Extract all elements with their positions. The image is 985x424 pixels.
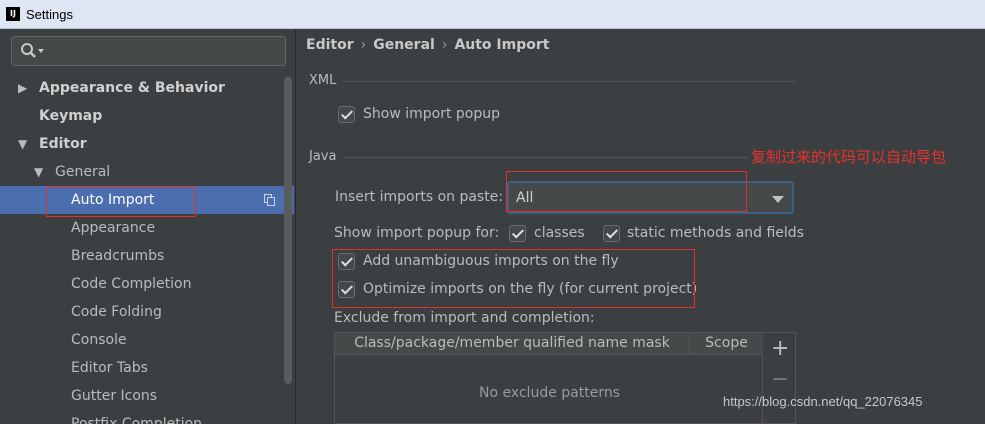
add-pattern-button[interactable]: + (771, 336, 789, 361)
remove-pattern-button[interactable]: − (771, 367, 789, 392)
settings-content: Editor › General › Auto Import XML Show impo… (297, 29, 985, 424)
sidebar-item-appearance-behavior[interactable]: ▶ Appearance & Behavior (0, 74, 294, 102)
show-import-popup-xml-checkbox[interactable] (338, 106, 355, 123)
exclude-table[interactable]: Class/package/member qualified name mask… (334, 332, 763, 424)
red-highlight-box (332, 249, 695, 308)
classes-label[interactable]: classes (534, 225, 585, 241)
sidebar-item-general[interactable]: ▼ General (0, 158, 294, 186)
exclude-label: Exclude from import and completion: (334, 310, 595, 326)
window-title: Settings (26, 7, 73, 22)
sidebar-item-appearance[interactable]: Appearance (0, 214, 294, 242)
sidebar-item-label: Appearance (71, 220, 156, 236)
sidebar-item-label: Gutter Icons (71, 388, 158, 404)
show-import-popup-xml-label[interactable]: Show import popup (363, 106, 500, 122)
sidebar-item-code-completion[interactable]: Code Completion (0, 270, 294, 298)
sidebar-item-editor-tabs[interactable]: Editor Tabs (0, 354, 294, 382)
show-popup-for-label: Show import popup for: (334, 225, 500, 241)
sidebar-item-label: Editor (39, 136, 87, 152)
sidebar-item-label: General (55, 164, 111, 180)
sidebar-scrollbar[interactable] (284, 77, 292, 384)
sidebar-item-postfix-completion[interactable]: Postfix Completion (0, 410, 294, 424)
sidebar-item-gutter-icons[interactable]: Gutter Icons (0, 382, 294, 410)
window-titlebar: IJ Settings (0, 0, 985, 29)
sidebar-item-label: Keymap (39, 108, 103, 124)
sidebar-item-label: Editor Tabs (71, 360, 148, 376)
red-highlight-box (46, 187, 196, 217)
sidebar-item-label: Breadcrumbs (71, 248, 165, 264)
section-divider (343, 81, 795, 82)
empty-table-text: No exclude patterns (478, 385, 621, 401)
collapse-icon[interactable]: ▼ (18, 130, 32, 158)
settings-sidebar: ▶ Appearance & Behavior Keymap ▼ Editor … (0, 29, 296, 424)
breadcrumb: Editor › General › Auto Import (306, 37, 549, 53)
table-toolbar: + − (763, 332, 796, 424)
intellij-icon: IJ (6, 7, 20, 21)
sidebar-item-breadcrumbs[interactable]: Breadcrumbs (0, 242, 294, 270)
sidebar-item-keymap[interactable]: Keymap (0, 102, 294, 130)
breadcrumb-editor[interactable]: Editor (306, 37, 354, 53)
breadcrumb-general[interactable]: General (373, 37, 435, 53)
sidebar-item-editor[interactable]: ▼ Editor (0, 130, 294, 158)
xml-section-title: XML (309, 73, 337, 88)
chevron-down-icon (772, 196, 784, 203)
sidebar-item-label: Console (71, 332, 127, 348)
annotation-text: 复制过来的代码可以自动导包 (751, 148, 947, 166)
breadcrumb-separator: › (441, 37, 448, 53)
breadcrumb-separator: › (360, 37, 367, 53)
watermark-text: https://blog.csdn.net/qq_22076345 (723, 394, 923, 409)
sidebar-item-label: Postfix Completion (71, 416, 203, 424)
insert-imports-label: Insert imports on paste: (335, 189, 504, 205)
sidebar-item-label: Code Folding (71, 304, 162, 320)
column-header-scope[interactable]: Scope (690, 333, 763, 355)
section-divider (343, 157, 748, 158)
sidebar-item-label: Appearance & Behavior (39, 80, 225, 96)
column-header-mask[interactable]: Class/package/member qualified name mask (335, 333, 690, 355)
static-members-checkbox[interactable] (603, 225, 620, 242)
search-icon[interactable] (20, 42, 46, 60)
sidebar-item-code-folding[interactable]: Code Folding (0, 298, 294, 326)
static-members-label[interactable]: static methods and fields (627, 225, 804, 241)
copy-icon (264, 194, 275, 206)
sidebar-item-console[interactable]: Console (0, 326, 294, 354)
collapse-icon[interactable]: ▼ (34, 158, 48, 186)
sidebar-item-label: Code Completion (71, 276, 192, 292)
search-input[interactable] (11, 36, 286, 66)
red-highlight-box (506, 171, 747, 212)
expand-icon[interactable]: ▶ (18, 74, 32, 102)
breadcrumb-auto-import: Auto Import (454, 37, 550, 53)
java-section-title: Java (309, 149, 337, 164)
classes-checkbox[interactable] (509, 225, 526, 242)
